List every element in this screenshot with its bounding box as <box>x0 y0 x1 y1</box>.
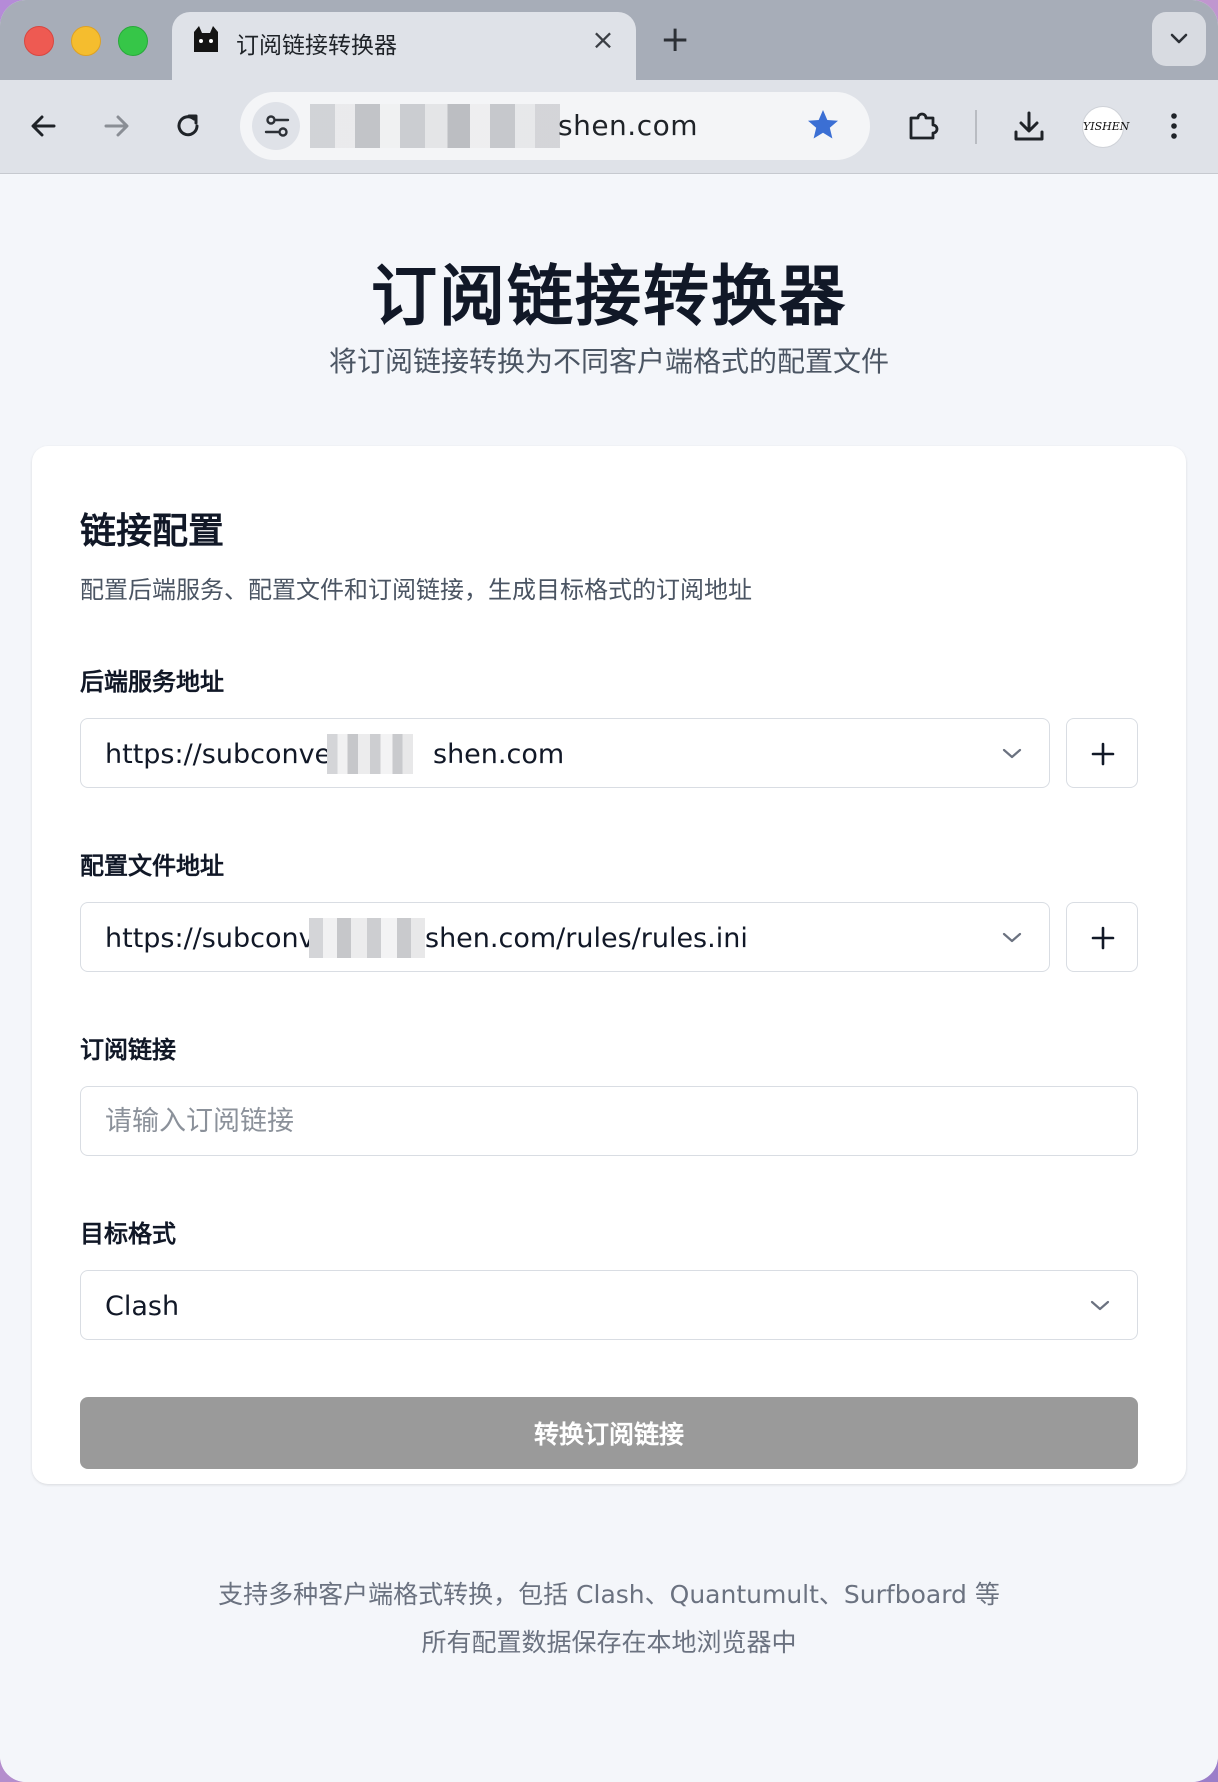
cat-favicon-icon <box>194 26 218 52</box>
page-subtitle: 将订阅链接转换为不同客户端格式的配置文件 <box>328 345 889 378</box>
page-title: 订阅链接转换器 <box>371 258 847 335</box>
tab-strip: 订阅链接转换器 × + <box>0 0 1218 80</box>
tab-title: 订阅链接转换器 <box>236 33 397 59</box>
config-select[interactable]: https://subconv shen.com/rules/rules.ini <box>80 902 1050 972</box>
chevron-down-icon <box>1002 932 1022 943</box>
more-vert-icon[interactable] <box>1156 108 1192 144</box>
chevron-down-icon <box>1090 1300 1110 1311</box>
browser-toolbar: shen.com YISHEN <box>0 80 1218 174</box>
toolbar-divider <box>975 110 977 144</box>
browser-window: 订阅链接转换器 × + shen.com YISHEN 订阅链接转换器 将订阅链… <box>0 0 1218 1782</box>
minimize-window-button[interactable] <box>71 26 101 56</box>
config-value-prefix: https://subconv <box>105 923 315 954</box>
config-label: 配置文件地址 <box>80 852 224 880</box>
back-arrow-icon[interactable] <box>26 108 62 144</box>
target-format-label: 目标格式 <box>80 1220 176 1248</box>
site-info-button[interactable] <box>252 102 300 150</box>
tab-close-icon[interactable]: × <box>586 20 620 60</box>
convert-button[interactable]: 转换订阅链接 <box>80 1397 1138 1469</box>
address-bar[interactable]: shen.com <box>240 92 870 160</box>
config-card: 链接配置 配置后端服务、配置文件和订阅链接，生成目标格式的订阅地址 后端服务地址… <box>32 446 1186 1484</box>
page-content: 订阅链接转换器 将订阅链接转换为不同客户端格式的配置文件 链接配置 配置后端服务… <box>0 175 1218 1782</box>
subscription-input[interactable] <box>80 1086 1138 1156</box>
new-tab-button[interactable]: + <box>660 20 690 60</box>
target-format-value: Clash <box>105 1291 180 1322</box>
backend-select[interactable]: https://subconver shen.com <box>80 718 1050 788</box>
backend-label: 后端服务地址 <box>80 668 224 696</box>
add-config-button[interactable] <box>1066 902 1138 972</box>
config-value-suffix: shen.com/rules/rules.ini <box>425 923 748 954</box>
footer-formats-text: 支持多种客户端格式转换，包括 Clash、Quantumult、Surfboar… <box>218 1580 1000 1609</box>
redacted-config-region <box>309 918 425 958</box>
chevron-down-icon <box>1002 748 1022 759</box>
extensions-puzzle-icon[interactable] <box>905 108 941 144</box>
close-window-button[interactable] <box>24 26 54 56</box>
maximize-window-button[interactable] <box>118 26 148 56</box>
forward-arrow-icon[interactable] <box>98 108 134 144</box>
footer-storage-text: 所有配置数据保存在本地浏览器中 <box>421 1628 797 1657</box>
browser-tab-active[interactable]: 订阅链接转换器 × <box>172 12 636 80</box>
add-backend-button[interactable] <box>1066 718 1138 788</box>
target-format-select[interactable]: Clash <box>80 1270 1138 1340</box>
tune-icon <box>264 115 290 137</box>
plus-icon <box>1091 742 1115 766</box>
plus-icon <box>1091 926 1115 950</box>
backend-value-prefix: https://subconver <box>105 739 343 770</box>
redacted-backend-region <box>327 734 413 774</box>
star-bookmark-icon[interactable] <box>806 108 840 142</box>
download-icon[interactable] <box>1011 108 1047 144</box>
subscription-label: 订阅链接 <box>80 1036 176 1064</box>
card-title: 链接配置 <box>80 511 225 552</box>
profile-avatar[interactable]: YISHEN <box>1082 106 1129 148</box>
card-description: 配置后端服务、配置文件和订阅链接，生成目标格式的订阅地址 <box>80 576 752 604</box>
reload-icon[interactable] <box>170 108 206 144</box>
chevron-down-icon <box>1170 33 1188 44</box>
backend-value-suffix: shen.com <box>433 739 565 770</box>
redacted-url-region <box>310 104 560 148</box>
url-text[interactable]: shen.com <box>558 109 698 142</box>
tab-search-button[interactable] <box>1152 12 1206 66</box>
